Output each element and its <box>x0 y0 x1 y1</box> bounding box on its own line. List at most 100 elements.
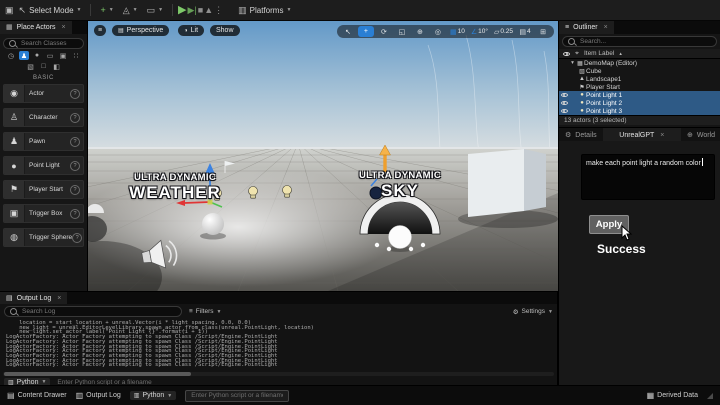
place-actor-item[interactable]: ▣Trigger Box? <box>3 204 84 223</box>
camera-speed-toggle[interactable]: ▤ 4 <box>517 26 533 37</box>
rotation-snap-toggle[interactable]: ∠ 10° <box>469 26 490 37</box>
basic-category-icon[interactable]: ♟ <box>19 51 29 60</box>
all-classes-category-icon[interactable]: ∷ <box>71 51 81 60</box>
close-icon[interactable]: × <box>604 24 608 31</box>
maximize-viewport-icon[interactable]: ⊞ <box>535 26 551 37</box>
statusbar-python-input-box[interactable] <box>185 390 289 402</box>
place-actor-item[interactable]: ⚑Player Start? <box>3 180 84 199</box>
help-icon[interactable]: ? <box>70 137 80 147</box>
cinematic-category-icon[interactable]: ▭ <box>45 51 55 60</box>
horizontal-scrollbar[interactable] <box>3 372 554 376</box>
outliner-search-input[interactable] <box>578 37 711 46</box>
outliner-row[interactable]: ▲Landscape1 <box>559 75 720 83</box>
save-icon[interactable]: ▣ <box>5 6 14 15</box>
tab-output-log[interactable]: ▤ Output Log × <box>0 292 67 304</box>
add-actor-dropdown[interactable]: + ▼ <box>96 4 117 17</box>
outliner-row[interactable]: ●Point Light 2 <box>559 99 720 107</box>
place-actor-item[interactable]: ♟Pawn? <box>3 132 84 151</box>
cube-front-face[interactable] <box>468 149 524 217</box>
perspective-dropdown[interactable]: ▤ Perspective <box>112 25 169 36</box>
world-space-icon[interactable]: ⊕ <box>412 26 428 37</box>
help-icon[interactable]: ? <box>70 89 80 99</box>
rotate-tool-icon[interactable]: ⟳ <box>376 26 392 37</box>
pin-column-icon[interactable]: ⌖ <box>575 50 579 58</box>
viewport-scene[interactable] <box>88 21 558 291</box>
outliner-column-header[interactable]: ⌖ Item Label ▴ <box>559 49 720 59</box>
log-search-input[interactable] <box>20 307 176 316</box>
prompt-input[interactable]: make each point light a random color <box>581 154 715 200</box>
scale-tool-icon[interactable]: ◱ <box>394 26 410 37</box>
tab-world-settings[interactable]: ⊕ World <box>681 128 720 142</box>
close-icon[interactable]: × <box>660 132 664 139</box>
help-icon[interactable]: ? <box>70 209 80 219</box>
help-icon[interactable]: ? <box>70 113 80 123</box>
visibility-toggle[interactable] <box>559 93 569 97</box>
filters-dropdown[interactable]: ≡ Filters ▼ <box>189 308 221 315</box>
more-options-icon[interactable]: ⋮ <box>214 6 223 15</box>
scrollbar-thumb[interactable] <box>4 372 191 376</box>
cinematics-dropdown[interactable]: ▭ ▼ <box>143 4 167 17</box>
outliner-row[interactable]: ●Point Light 1 <box>559 91 720 99</box>
tab-outliner[interactable]: ≡ Outliner × <box>559 21 614 34</box>
log-search[interactable] <box>4 306 182 317</box>
blueprints-dropdown[interactable]: ◬ ▼ <box>119 4 142 17</box>
shapes-category-icon[interactable]: ▣ <box>58 51 68 60</box>
recent-category-icon[interactable]: ◷ <box>6 51 16 60</box>
geometry-category-icon[interactable]: □ <box>39 62 49 71</box>
place-actor-item[interactable]: ♙Character? <box>3 108 84 127</box>
lights-category-icon[interactable]: ● <box>32 51 42 60</box>
visibility-column-icon[interactable] <box>563 52 570 56</box>
search-classes-input[interactable] <box>19 39 78 48</box>
play-button[interactable]: ▶ <box>178 5 186 16</box>
ultra-dynamic-weather-billboard[interactable]: ULTRA DYNAMIC WEATHER <box>120 173 230 201</box>
tab-unrealgpt[interactable]: UnrealGPT × <box>603 128 681 142</box>
viewport-menu-button[interactable]: ≡ <box>94 25 106 36</box>
help-icon[interactable]: ? <box>70 161 80 171</box>
select-tool-icon[interactable]: ↖ <box>340 26 356 37</box>
output-log-button[interactable]: ▥ Output Log <box>76 391 121 400</box>
platforms-dropdown[interactable]: ▥ Platforms ▼ <box>234 4 295 17</box>
help-icon[interactable]: ? <box>72 233 82 243</box>
outliner-row[interactable]: ▾▦DemoMap (Editor) <box>559 59 720 67</box>
tab-details[interactable]: ⚙ Details <box>559 128 603 142</box>
scale-snap-toggle[interactable]: ▱ 0.25 <box>492 26 515 37</box>
place-actors-search[interactable] <box>3 38 84 49</box>
volumes-category-icon[interactable]: ▧ <box>26 62 36 71</box>
derived-data-button[interactable]: ▦ Derived Data <box>647 391 698 400</box>
expander-arrow-icon[interactable]: ▾ <box>569 60 576 66</box>
item-label-header[interactable]: Item Label <box>584 50 614 57</box>
lit-dropdown[interactable]: ◑ Lit <box>178 25 204 36</box>
statusbar-python-dropdown[interactable]: ▥ Python ▼ <box>130 391 176 400</box>
eye-icon[interactable] <box>561 101 568 105</box>
move-tool-icon[interactable]: + <box>358 26 374 37</box>
outliner-row[interactable]: ⚑Player Start <box>559 83 720 91</box>
eye-icon[interactable] <box>561 109 568 113</box>
show-dropdown[interactable]: Show <box>210 25 240 36</box>
close-icon[interactable]: × <box>62 24 66 31</box>
visibility-toggle[interactable] <box>559 109 569 113</box>
point-light-sphere[interactable] <box>202 213 224 235</box>
place-actor-item[interactable]: ◉Actor? <box>3 84 84 103</box>
tab-place-actors[interactable]: ▦ Place Actors × <box>0 21 72 34</box>
grid-snap-toggle[interactable]: ▦ 10 <box>448 26 467 37</box>
settings-dropdown[interactable]: ⚙ Settings ▼ <box>513 308 553 316</box>
resize-grip[interactable] <box>707 393 713 399</box>
close-icon[interactable]: × <box>57 295 61 302</box>
cube-right-face[interactable] <box>524 149 546 211</box>
eye-icon[interactable] <box>561 93 568 97</box>
statusbar-python-input[interactable] <box>189 391 285 400</box>
surface-snap-icon[interactable]: ◎ <box>430 26 446 37</box>
log-lines[interactable]: location = start_location + unreal.Vecto… <box>0 319 557 371</box>
visual-category-icon[interactable]: ◧ <box>52 62 62 71</box>
place-actor-item[interactable]: ●Point Light? <box>3 156 84 175</box>
outliner-search[interactable] <box>562 36 717 47</box>
outliner-row[interactable]: ▧Cube <box>559 67 720 75</box>
ultra-dynamic-sky-billboard[interactable]: ULTRA DYNAMIC SKY <box>350 171 450 199</box>
place-actor-item[interactable]: ◍Trigger Sphere? <box>3 228 84 247</box>
content-drawer-button[interactable]: ▤ Content Drawer <box>7 391 67 400</box>
visibility-toggle[interactable] <box>559 101 569 105</box>
play-from-here-button[interactable]: ▶| <box>188 6 197 15</box>
help-icon[interactable]: ? <box>70 185 80 195</box>
level-viewport[interactable]: ≡ ▤ Perspective ◑ Lit Show ↖ + ⟳ ◱ ⊕ ◎ ▦… <box>88 21 558 291</box>
eject-button[interactable]: ▲ <box>204 6 213 15</box>
